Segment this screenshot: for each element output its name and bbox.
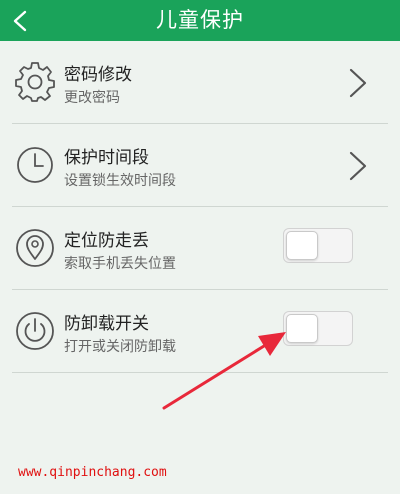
item-label: 防卸载开关 xyxy=(64,314,149,334)
settings-item-location: 定位防走丢 索取手机丢失位置 xyxy=(0,207,400,290)
item-description: 索取手机丢失位置 xyxy=(64,256,176,272)
toggle-knob xyxy=(286,314,318,343)
item-label: 保护时间段 xyxy=(64,148,149,168)
item-label: 定位防走丢 xyxy=(64,231,149,251)
item-description: 更改密码 xyxy=(64,90,120,106)
location-pin-icon xyxy=(16,229,54,267)
settings-item-time-period[interactable]: 保护时间段 设置锁生效时间段 xyxy=(0,124,400,207)
chevron-right-icon xyxy=(349,68,367,98)
clock-icon xyxy=(17,147,53,183)
app-header: 儿童保护 xyxy=(0,0,400,41)
page-title: 儿童保护 xyxy=(156,8,244,32)
settings-item-password[interactable]: 密码修改 更改密码 xyxy=(0,41,400,124)
settings-list: 密码修改 更改密码 保护时间段 设置锁生效时间段 定位防走丢 索取手机丢失位置 xyxy=(0,41,400,373)
location-toggle[interactable] xyxy=(283,228,353,263)
annotation-arrow xyxy=(162,332,286,410)
watermark: www.qinpinchang.com xyxy=(18,465,167,480)
power-icon xyxy=(16,312,54,350)
item-description: 设置锁生效时间段 xyxy=(64,173,176,189)
toggle-knob xyxy=(286,231,318,260)
anti-uninstall-toggle[interactable] xyxy=(283,311,353,346)
gear-icon xyxy=(15,62,55,102)
chevron-right-icon xyxy=(349,151,367,181)
item-label: 密码修改 xyxy=(64,65,132,85)
